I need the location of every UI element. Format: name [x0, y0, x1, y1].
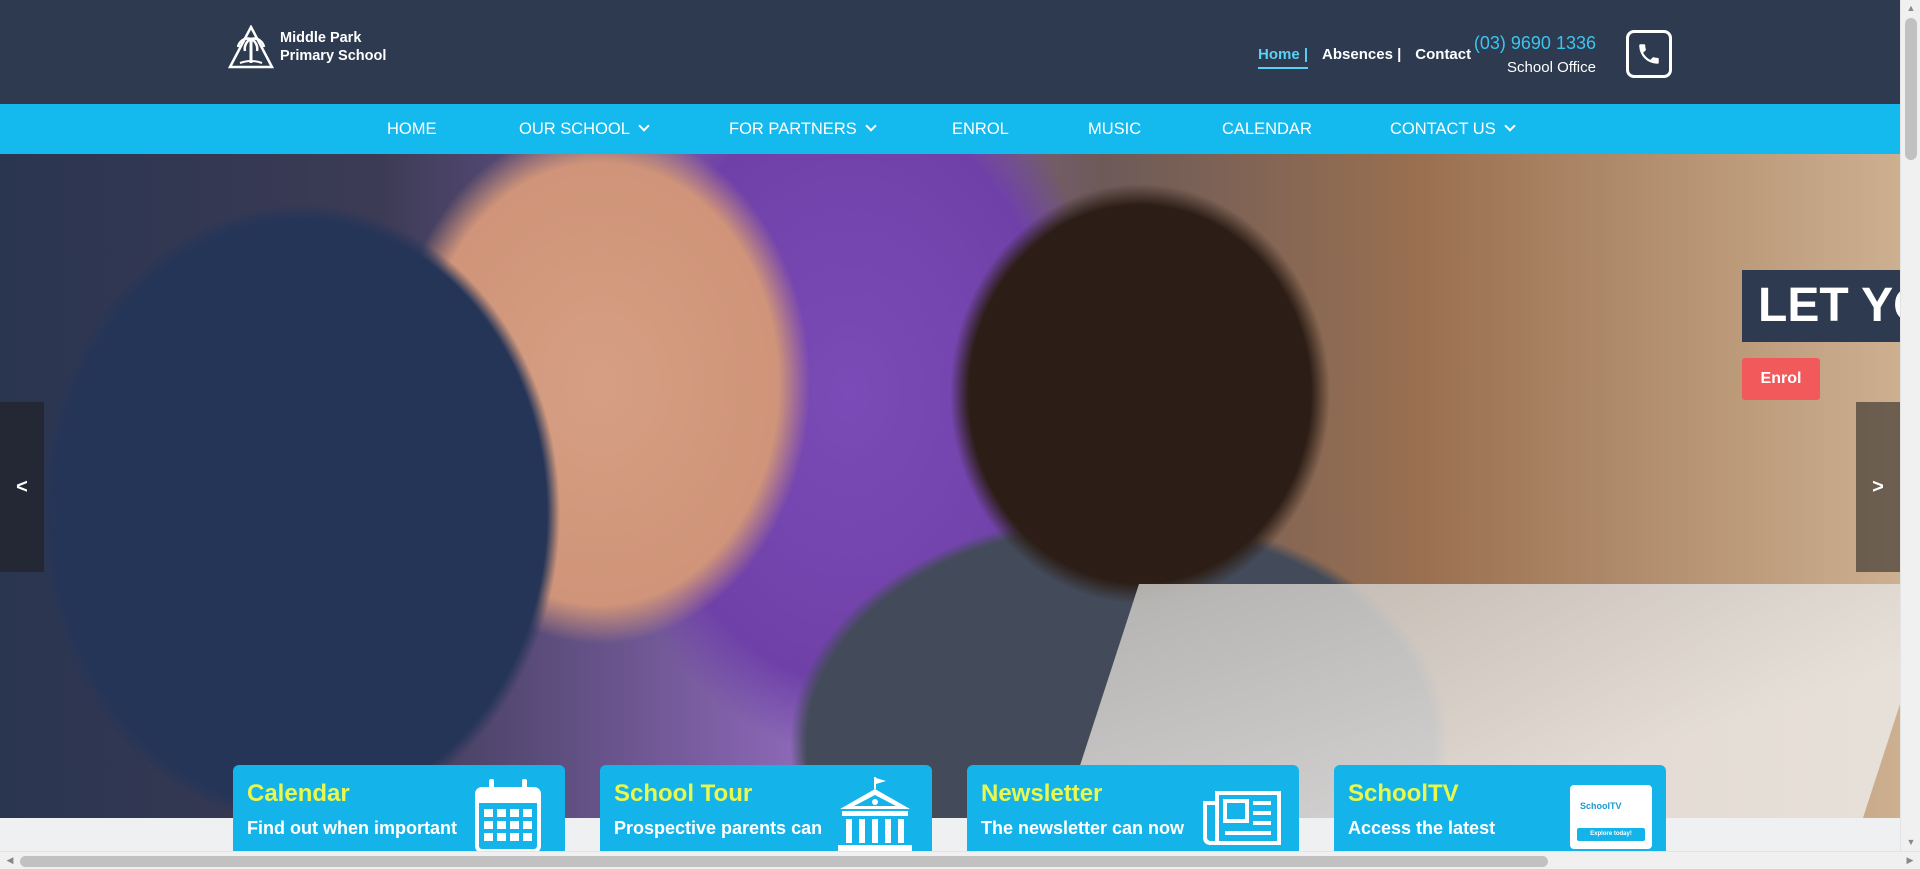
school-name: Middle Park Primary School [280, 29, 386, 65]
top-link-contact[interactable]: Contact [1415, 46, 1471, 69]
vertical-scrollbar[interactable]: ▲ ▼ [1900, 0, 1920, 851]
nav-label: HOME [387, 120, 437, 138]
scroll-down-icon[interactable]: ▼ [1901, 834, 1920, 851]
schooltv-explore-button: Explore today! [1577, 828, 1645, 841]
nav-calendar[interactable]: CALENDAR [1222, 104, 1312, 154]
newspaper-icon [1203, 791, 1281, 845]
next-arrow-icon: > [1872, 475, 1884, 498]
school-building-icon [838, 777, 912, 851]
nav-for-partners[interactable]: FOR PARTNERS [729, 104, 877, 154]
slide-headline: LET YO [1742, 270, 1902, 342]
nav-contact-us[interactable]: CONTACT US [1390, 104, 1516, 154]
nav-label: OUR SCHOOL [519, 120, 630, 138]
phone-icon [1639, 44, 1659, 64]
hero-slider [0, 154, 1900, 818]
nav-enrol[interactable]: ENROL [952, 104, 1009, 154]
site-header: Middle Park Primary School Home | Absenc… [0, 0, 1900, 104]
prev-arrow-icon: < [16, 475, 28, 498]
top-link-home[interactable]: Home | [1258, 46, 1309, 69]
main-nav: HOME OUR SCHOOL FOR PARTNERS ENROL MUSIC… [0, 104, 1900, 154]
school-name-line2: Primary School [280, 48, 387, 64]
calendar-icon [475, 779, 541, 851]
nav-label: MUSIC [1088, 120, 1142, 138]
card-text: Access the latest [1348, 818, 1496, 838]
school-logo[interactable]: Middle Park Primary School [228, 25, 386, 69]
phone-contact: (03) 9690 1336 School Office [1474, 33, 1596, 76]
slider-next-button[interactable]: > [1856, 402, 1900, 572]
card-title: SchoolTV [1348, 780, 1459, 807]
nav-label: ENROL [952, 120, 1009, 138]
card-school-tour[interactable]: School Tour Prospective parents can [600, 765, 932, 851]
schooltv-thumbnail: SchoolTV Explore today! [1570, 785, 1652, 849]
card-title: Calendar [247, 780, 350, 807]
nav-home[interactable]: HOME [387, 104, 437, 154]
school-name-line1: Middle Park [280, 30, 362, 46]
card-text: The newsletter can now [981, 818, 1185, 838]
chevron-down-icon [1504, 120, 1516, 132]
enrol-button[interactable]: Enrol [1742, 358, 1820, 400]
card-newsletter[interactable]: Newsletter The newsletter can now [967, 765, 1299, 851]
schooltv-logo: SchoolTV [1580, 801, 1622, 811]
card-calendar[interactable]: Calendar Find out when important [233, 765, 565, 851]
nav-label: CONTACT US [1390, 120, 1496, 138]
card-schooltv[interactable]: SchoolTV Access the latest SchoolTV Expl… [1334, 765, 1666, 851]
top-links: Home | Absences | Contact [1258, 46, 1485, 69]
top-link-absences[interactable]: Absences | [1322, 46, 1401, 69]
slider-prev-button[interactable]: < [0, 402, 44, 572]
card-text: Prospective parents can [614, 818, 823, 838]
card-title: School Tour [614, 780, 753, 807]
nav-label: CALENDAR [1222, 120, 1312, 138]
phone-number[interactable]: (03) 9690 1336 [1474, 33, 1596, 54]
nav-label: FOR PARTNERS [729, 120, 857, 138]
chevron-down-icon [865, 120, 877, 132]
nav-our-school[interactable]: OUR SCHOOL [519, 104, 650, 154]
scroll-right-icon[interactable]: ▶ [1900, 852, 1920, 869]
horizontal-scroll-thumb[interactable] [20, 856, 1548, 867]
horizontal-scrollbar[interactable]: ◀ ▶ [0, 851, 1920, 869]
scroll-left-icon[interactable]: ◀ [0, 852, 20, 869]
scroll-up-icon[interactable]: ▲ [1901, 0, 1920, 17]
vertical-scroll-thumb[interactable] [1905, 18, 1917, 160]
card-text: Find out when important [247, 818, 457, 838]
phone-label: School Office [1507, 59, 1596, 76]
card-title: Newsletter [981, 780, 1103, 807]
nav-music[interactable]: MUSIC [1088, 104, 1141, 154]
phone-button[interactable] [1626, 30, 1672, 78]
chevron-down-icon [638, 120, 650, 132]
palm-tree-icon [228, 25, 274, 69]
